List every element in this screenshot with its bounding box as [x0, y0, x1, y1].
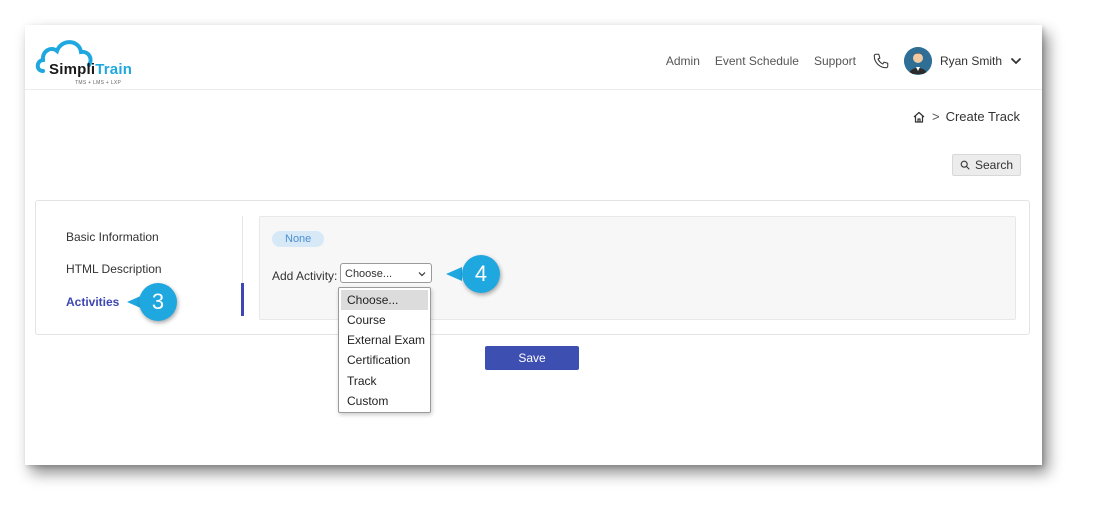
avatar[interactable] — [903, 47, 932, 75]
user-avatar-icon — [903, 47, 932, 75]
phone-icon[interactable] — [872, 52, 890, 70]
search-label: Search — [974, 158, 1013, 172]
select-chevron-icon — [418, 272, 426, 277]
option-certification[interactable]: Certification — [341, 350, 428, 370]
add-activity-label: Add Activity: — [272, 269, 338, 283]
sidebar-item-basic-information[interactable]: Basic Information — [66, 230, 159, 244]
add-activity-options: Choose... Course External Exam Certifica… — [338, 287, 431, 413]
activity-status-pill: None — [272, 231, 325, 247]
option-choose[interactable]: Choose... — [341, 290, 428, 310]
nav-event-schedule-link[interactable]: Event Schedule — [715, 54, 799, 68]
step-3-badge: 3 — [139, 283, 177, 321]
breadcrumb-separator: > — [931, 109, 940, 124]
sidebar-active-indicator — [241, 283, 244, 316]
add-activity-select[interactable]: Choose... — [340, 263, 432, 283]
logo-tagline: TMS + LMS + LXP — [75, 80, 122, 86]
nav-support-link[interactable]: Support — [814, 54, 856, 68]
search-icon — [960, 160, 970, 170]
form-sidebar: Basic Information HTML Description Activ… — [36, 201, 246, 334]
simplitrain-logo[interactable]: SimpliTrain TMS + LMS + LXP — [35, 37, 135, 87]
option-course[interactable]: Course — [341, 310, 428, 330]
top-nav: Admin Event Schedule Support Ryan Smith — [651, 45, 1022, 77]
option-track[interactable]: Track — [341, 371, 428, 391]
add-activity-select-value: Choose... — [345, 268, 393, 280]
user-name[interactable]: Ryan Smith — [940, 54, 1002, 68]
app-window: SimpliTrain TMS + LMS + LXP Admin Event … — [25, 25, 1042, 465]
logo-wordmark: SimpliTrain — [49, 61, 133, 78]
sidebar-item-activities[interactable]: Activities — [66, 295, 119, 309]
home-icon[interactable] — [912, 110, 926, 124]
breadcrumb: > Create Track — [912, 109, 1020, 124]
callout-pointer — [446, 267, 462, 281]
search-button[interactable]: Search — [951, 154, 1021, 176]
nav-admin-link[interactable]: Admin — [666, 54, 700, 68]
option-custom[interactable]: Custom — [341, 391, 428, 411]
sidebar-item-html-description[interactable]: HTML Description — [66, 262, 162, 276]
save-button[interactable]: Save — [485, 346, 579, 370]
step-4-badge: 4 — [462, 255, 500, 293]
option-external-exam[interactable]: External Exam — [341, 330, 428, 350]
breadcrumb-current: Create Track — [945, 109, 1020, 124]
track-form-card: Basic Information HTML Description Activ… — [35, 200, 1030, 335]
chevron-down-icon[interactable] — [1010, 55, 1022, 67]
top-header: SimpliTrain TMS + LMS + LXP Admin Event … — [25, 25, 1042, 90]
